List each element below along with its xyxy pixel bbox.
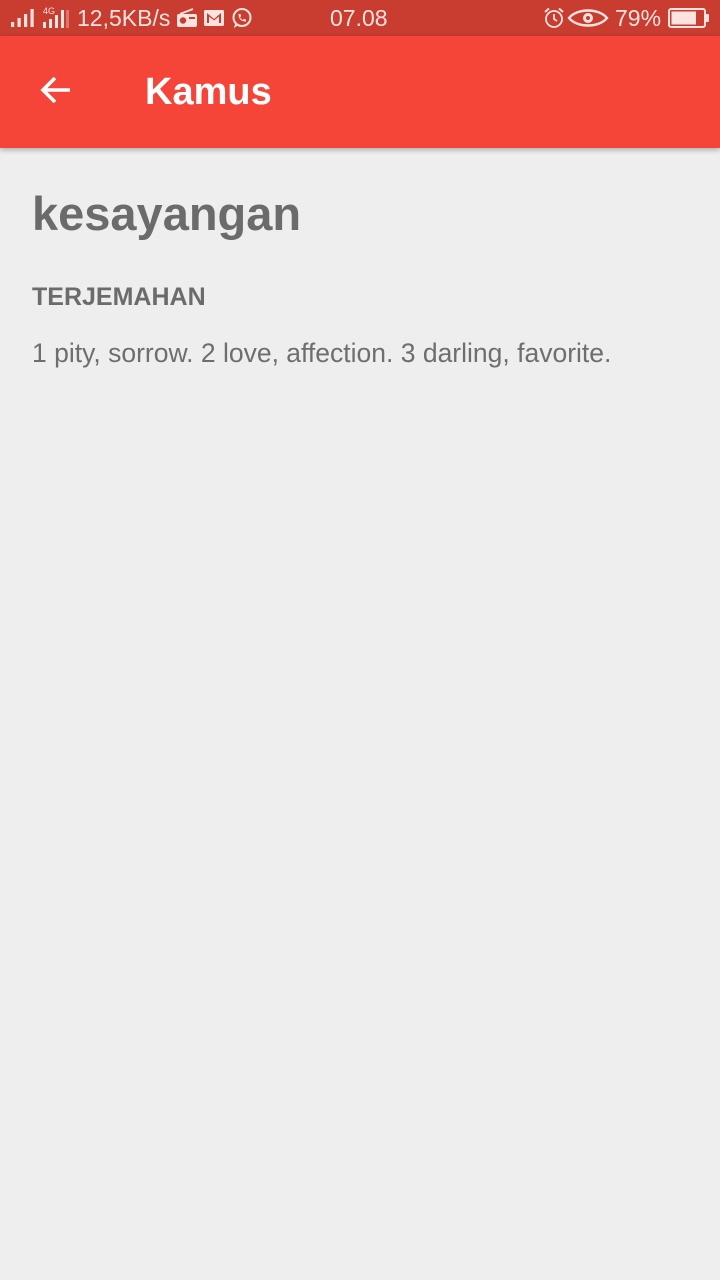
battery-icon	[668, 0, 710, 36]
signal-icon	[10, 0, 36, 36]
gmail-icon	[204, 0, 224, 36]
signal-4g-icon: 4G	[42, 0, 70, 36]
translation-label: TERJEMAHAN	[32, 283, 206, 311]
translation-text: 1 pity, sorrow. 2 love, affection. 3 dar…	[32, 338, 612, 368]
back-button[interactable]	[24, 60, 88, 124]
network-type-label: 4G	[43, 6, 55, 16]
app-bar: Kamus	[0, 36, 720, 148]
whatsapp-icon	[231, 0, 253, 36]
alarm-icon	[543, 0, 565, 36]
eye-icon	[567, 0, 609, 36]
battery-percent: 79%	[615, 4, 662, 31]
entry-word: kesayangan	[32, 187, 302, 240]
clock-time: 07.08	[330, 4, 388, 31]
network-speed: 12,5KB/s	[77, 4, 171, 31]
page-title: Kamus	[145, 70, 272, 113]
arrow-back-icon	[38, 72, 74, 113]
status-bar: 4G 12,5KB/s 07.08 79%	[0, 0, 720, 36]
radio-icon	[176, 0, 198, 36]
